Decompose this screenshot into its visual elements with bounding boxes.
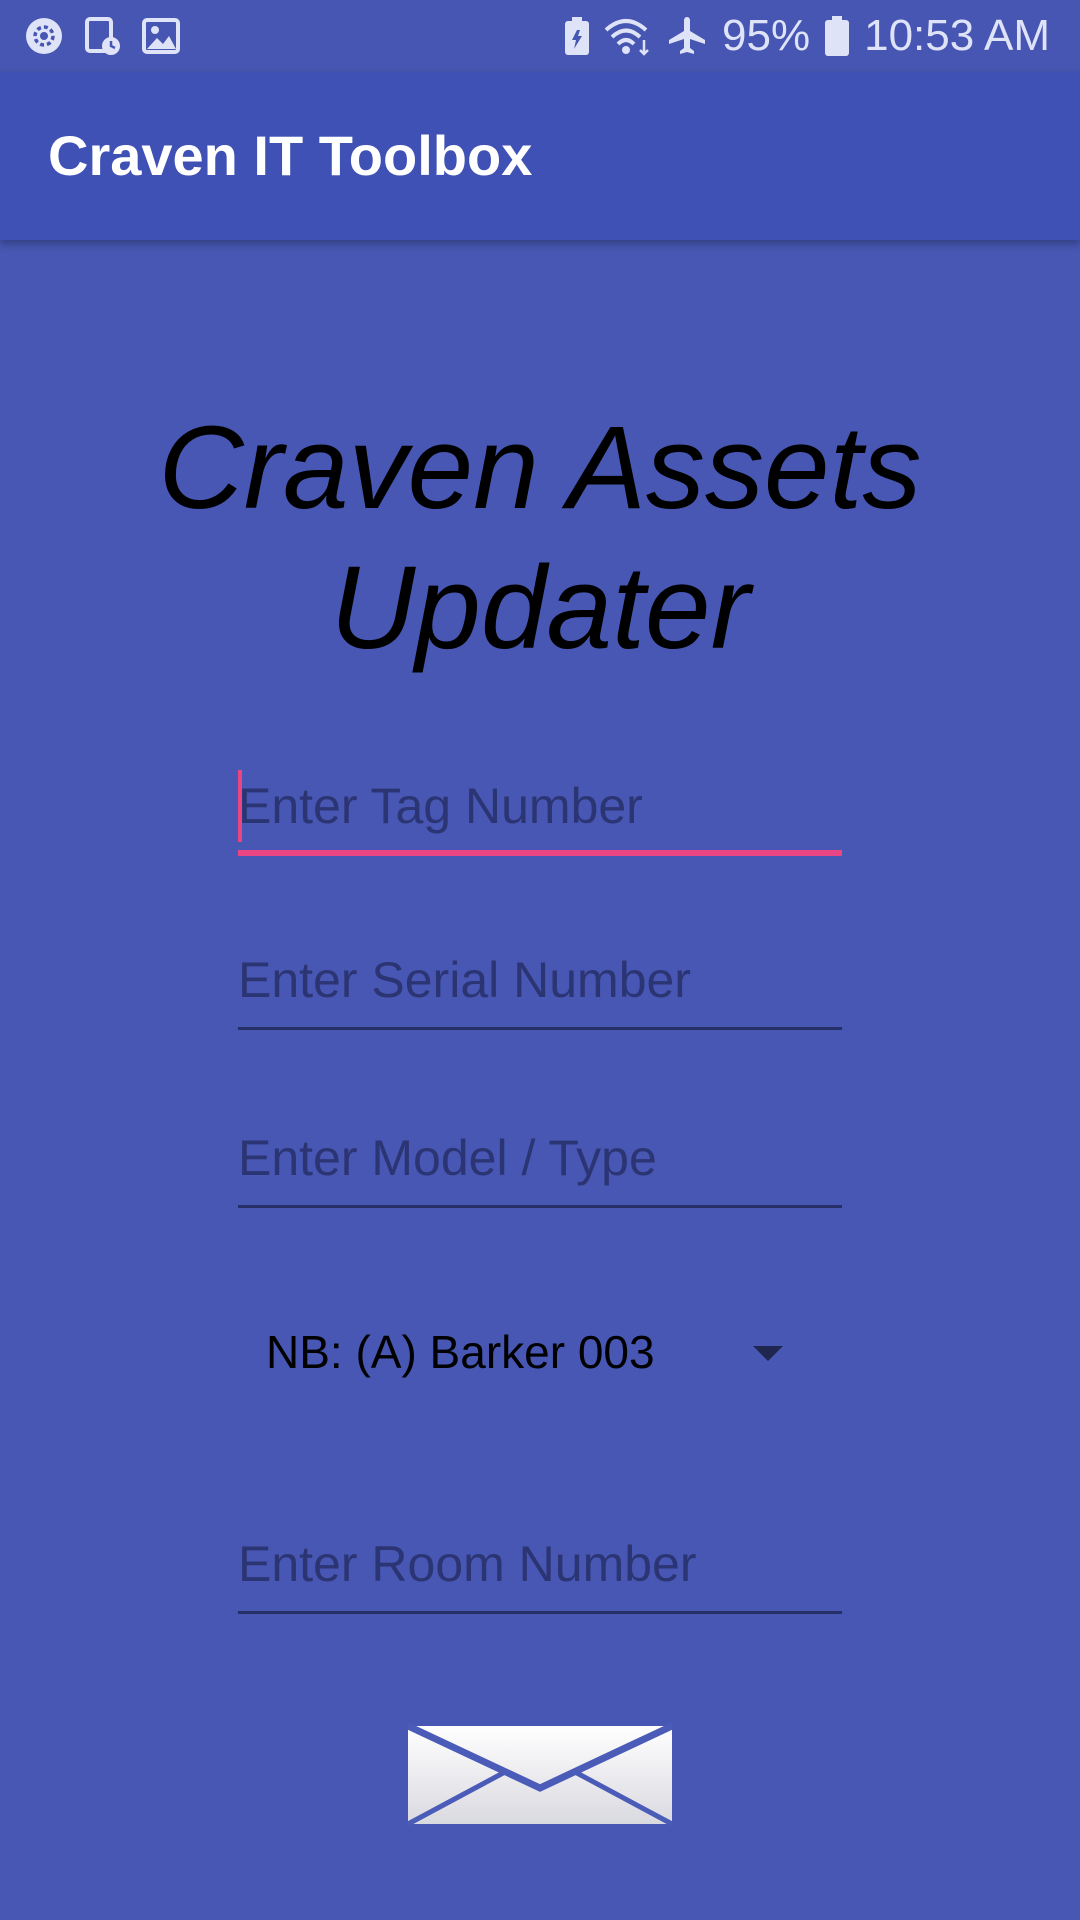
battery-icon bbox=[824, 15, 850, 57]
tag-number-field[interactable]: Enter Tag Number bbox=[238, 766, 842, 856]
airplane-mode-icon bbox=[666, 15, 708, 57]
tag-number-placeholder: Enter Tag Number bbox=[238, 778, 643, 834]
app-bar: Craven IT Toolbox bbox=[0, 72, 1080, 240]
screen-timer-icon bbox=[84, 16, 122, 56]
battery-saver-icon bbox=[564, 16, 590, 56]
app-title: Craven IT Toolbox bbox=[48, 124, 533, 187]
status-bar: 95% 10:53 AM bbox=[0, 0, 1080, 72]
heading-line-1: Craven Assets bbox=[158, 402, 922, 534]
notification-icons bbox=[24, 16, 180, 56]
room-number-placeholder: Enter Room Number bbox=[238, 1536, 697, 1592]
wifi-icon bbox=[604, 16, 652, 56]
room-number-underline bbox=[238, 1611, 842, 1614]
location-spinner-value: NB: (A) Barker 003 bbox=[266, 1326, 655, 1378]
clock: 10:53 AM bbox=[864, 11, 1050, 60]
gallery-icon bbox=[142, 18, 180, 54]
room-number-field[interactable]: Enter Room Number bbox=[238, 1524, 842, 1614]
serial-number-underline bbox=[238, 1027, 842, 1030]
battery-percent: 95% bbox=[722, 11, 811, 60]
model-type-placeholder: Enter Model / Type bbox=[238, 1130, 657, 1186]
send-email-button[interactable] bbox=[405, 1722, 675, 1828]
system-status: 95% 10:53 AM bbox=[564, 10, 1050, 62]
envelope-icon bbox=[406, 1722, 674, 1827]
text-cursor bbox=[238, 770, 242, 842]
location-spinner[interactable]: NB: (A) Barker 003 bbox=[238, 1310, 842, 1400]
model-type-field[interactable]: Enter Model / Type bbox=[238, 1118, 842, 1208]
tag-number-underline bbox=[238, 850, 842, 856]
serial-number-placeholder: Enter Serial Number bbox=[238, 952, 691, 1008]
page-heading: Craven Assets Updater bbox=[0, 398, 1080, 678]
serial-number-field[interactable]: Enter Serial Number bbox=[238, 940, 842, 1030]
heading-line-2: Updater bbox=[330, 542, 750, 674]
settings-icon bbox=[24, 16, 64, 56]
chevron-down-icon bbox=[753, 1346, 783, 1361]
model-type-underline bbox=[238, 1205, 842, 1208]
